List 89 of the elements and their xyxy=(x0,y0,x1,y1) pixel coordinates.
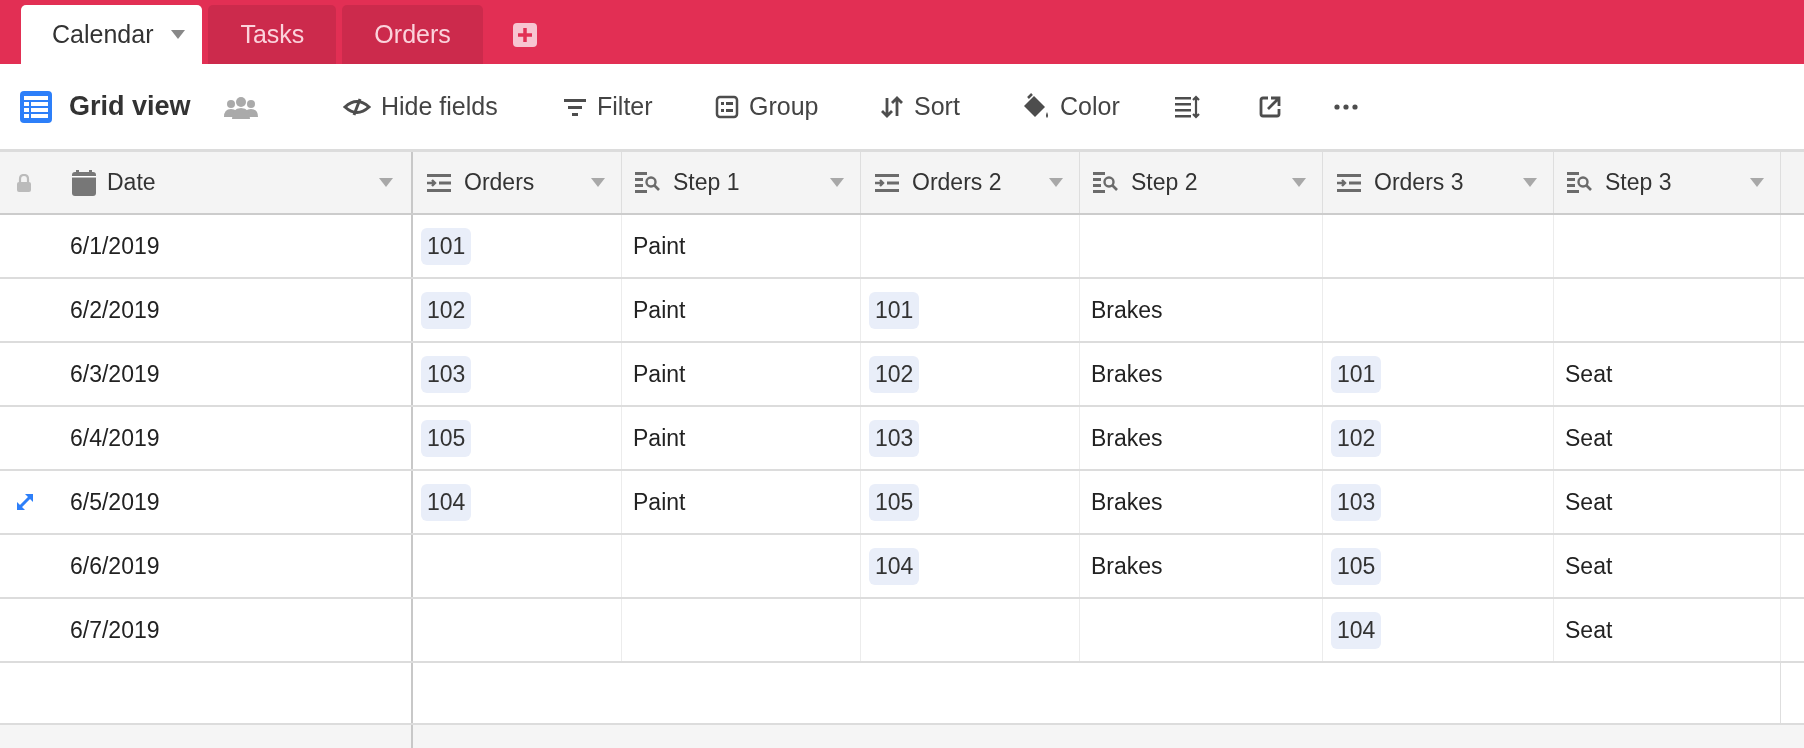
dropdown-caret-icon[interactable] xyxy=(1292,178,1306,187)
toolbar-button[interactable] xyxy=(1334,103,1358,110)
table-cell-text: Brakes xyxy=(1090,423,1163,453)
table-row[interactable]: 6/5/2019 104 Paint 105 Brakes 103 Seat xyxy=(0,471,1804,535)
column-header[interactable]: Orders 3 xyxy=(1323,152,1554,213)
dropdown-caret-icon[interactable] xyxy=(379,178,393,187)
dropdown-caret-icon[interactable] xyxy=(1750,178,1764,187)
record-chip[interactable]: 104 xyxy=(421,483,472,521)
table-cell-text: Seat xyxy=(1564,551,1613,581)
table-row[interactable]: 6/6/2019 104 Brakes 105 Seat xyxy=(0,535,1804,599)
table-cell-text: Seat xyxy=(1564,487,1613,517)
table-cell-text: Seat xyxy=(1564,423,1613,453)
expand-icon[interactable] xyxy=(14,491,36,513)
lock-icon xyxy=(16,173,32,192)
toolbar-button[interactable] xyxy=(1174,94,1200,119)
table-tab[interactable]: Tasks xyxy=(208,5,337,64)
record-chip[interactable]: 101 xyxy=(1331,355,1382,393)
view-switcher[interactable]: Grid view xyxy=(20,86,191,127)
table-cell-text: Brakes xyxy=(1090,551,1163,581)
table-row[interactable]: 6/1/2019 101 Paint xyxy=(0,215,1804,279)
people-icon[interactable] xyxy=(223,94,258,119)
table-row[interactable]: 6/7/2019 104 Seat xyxy=(0,599,1804,663)
table-cell-text: Seat xyxy=(1564,615,1613,645)
column-header[interactable]: Orders xyxy=(413,152,622,213)
record-chip[interactable]: 102 xyxy=(421,291,472,329)
linked-record-icon xyxy=(1335,172,1363,193)
table-cell-text: 6/1/2019 xyxy=(70,231,160,261)
more-icon xyxy=(1334,103,1358,110)
add-tab-icon[interactable] xyxy=(512,22,537,47)
toolbar-button[interactable]: Filter xyxy=(563,87,653,126)
sort-arrows-icon xyxy=(880,95,904,118)
column-header[interactable]: Step 3 xyxy=(1554,152,1781,213)
toolbar-button[interactable]: Color xyxy=(1020,87,1120,126)
share-icon xyxy=(1258,94,1282,119)
table-cell-text: 6/6/2019 xyxy=(70,551,160,581)
lookup-icon xyxy=(634,170,662,195)
dropdown-caret-icon[interactable] xyxy=(591,178,605,187)
linked-record-icon xyxy=(425,172,453,193)
toolbar-button[interactable] xyxy=(1258,94,1282,119)
table-cell-text: 6/2/2019 xyxy=(70,295,160,325)
toolbar-button[interactable]: Group xyxy=(715,87,819,126)
table-cell-text: Brakes xyxy=(1090,359,1163,389)
toolbar-button[interactable]: Sort xyxy=(880,87,960,126)
record-chip[interactable]: 105 xyxy=(1331,547,1382,585)
table-row[interactable]: 6/2/2019 102 Paint 101 Brakes xyxy=(0,279,1804,343)
record-chip[interactable]: 104 xyxy=(869,547,920,585)
grid-icon xyxy=(20,90,52,123)
table-cell-text: 6/5/2019 xyxy=(70,487,160,517)
record-chip[interactable]: 103 xyxy=(421,355,472,393)
table-cell-text: Paint xyxy=(632,423,686,453)
toolbar-button[interactable]: Hide fields xyxy=(343,87,498,126)
column-header[interactable]: Date xyxy=(0,152,413,213)
table-row[interactable]: 6/3/2019 103 Paint 102 Brakes 101 Seat xyxy=(0,343,1804,407)
linked-record-icon xyxy=(873,172,901,193)
record-chip[interactable]: 101 xyxy=(421,227,472,265)
table-cell-text: Seat xyxy=(1564,359,1613,389)
record-chip[interactable]: 102 xyxy=(1331,419,1382,457)
dropdown-caret-icon[interactable] xyxy=(830,178,844,187)
row-height-icon xyxy=(1174,94,1200,119)
filter-icon xyxy=(563,96,587,117)
table-cell-text: Paint xyxy=(632,231,686,261)
lookup-icon xyxy=(1566,170,1594,195)
table-tab[interactable]: Orders xyxy=(342,5,483,64)
record-chip[interactable]: 104 xyxy=(1331,611,1382,649)
column-header[interactable]: Orders 2 xyxy=(861,152,1080,213)
column-header[interactable]: Step 1 xyxy=(622,152,861,213)
record-chip[interactable]: 105 xyxy=(421,419,472,457)
table-cell-text: Brakes xyxy=(1090,487,1163,517)
record-chip[interactable]: 102 xyxy=(869,355,920,393)
list-box-icon xyxy=(715,94,739,119)
table-cell-text: Brakes xyxy=(1090,295,1163,325)
record-chip[interactable]: 103 xyxy=(1331,483,1382,521)
record-chip[interactable]: 103 xyxy=(869,419,920,457)
table-cell-text: 6/7/2019 xyxy=(70,615,160,645)
lookup-icon xyxy=(1092,170,1120,195)
table-tab[interactable]: Calendar xyxy=(21,5,203,64)
dropdown-caret-icon[interactable] xyxy=(1049,178,1063,187)
caret-icon xyxy=(171,30,186,39)
table-cell-text: 6/3/2019 xyxy=(70,359,160,389)
record-chip[interactable]: 105 xyxy=(869,483,920,521)
table-row[interactable]: 6/4/2019 105 Paint 103 Brakes 102 Seat xyxy=(0,407,1804,471)
table-cell-text: Paint xyxy=(632,359,686,389)
table-cell-text: 6/4/2019 xyxy=(70,423,160,453)
dropdown-caret-icon[interactable] xyxy=(1523,178,1537,187)
column-header[interactable]: Step 2 xyxy=(1080,152,1323,213)
table-cell-text: Paint xyxy=(632,487,686,517)
record-chip[interactable]: 101 xyxy=(869,291,920,329)
table-cell-text: Paint xyxy=(632,295,686,325)
calendar-icon xyxy=(72,169,96,196)
